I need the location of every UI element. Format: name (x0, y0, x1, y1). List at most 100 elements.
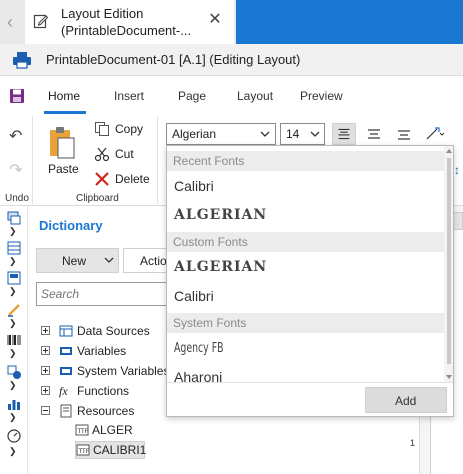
add-button-label: Add (395, 394, 417, 408)
chevron-right-icon[interactable]: ❯ (9, 348, 17, 359)
tree-item-label: Resources (77, 404, 135, 418)
variables-icon (60, 347, 72, 355)
recent-fonts-header: Recent Fonts (167, 151, 444, 171)
gauge-icon[interactable] (6, 428, 22, 444)
tab-preview[interactable]: Preview (300, 89, 343, 103)
cut-label: Cut (115, 147, 134, 161)
add-font-button[interactable]: Add (365, 387, 447, 413)
chevron-right-icon[interactable]: ❯ (9, 286, 17, 297)
font-option-calibri[interactable]: Calibri (167, 283, 444, 309)
chevron-down-icon (104, 257, 114, 263)
tab-insert[interactable]: Insert (114, 89, 144, 103)
left-tool-strip: ❯ ❯ ❯ ❯ ❯ ❯ ❯ ❯ (0, 206, 28, 474)
chevron-right-icon[interactable]: ❯ (9, 380, 17, 391)
shapes-icon[interactable] (6, 364, 22, 380)
align-top-icon[interactable] (332, 123, 356, 145)
font-family-value: Algerian (172, 127, 217, 141)
new-button-label: New (62, 254, 87, 268)
tree-item-label: Data Sources (77, 324, 150, 338)
font-option-label: ALGERIAN (174, 207, 268, 223)
chevron-right-icon[interactable]: ❯ (9, 318, 17, 329)
tab-title: Layout Edition (PrintableDocument-... (61, 6, 192, 38)
edit-document-icon (33, 14, 49, 29)
expand-plus-icon[interactable] (41, 386, 50, 395)
align-middle-icon[interactable] (362, 123, 386, 145)
delete-label: Delete (115, 172, 150, 186)
save-icon[interactable] (9, 88, 25, 104)
font-size-select[interactable]: 14 (280, 123, 325, 145)
font-option-label: Calibri (174, 288, 214, 304)
align-bottom-icon[interactable] (392, 123, 416, 145)
chevron-right-icon[interactable]: ❯ (9, 446, 17, 457)
resource-label: ALGER (92, 423, 133, 437)
document-title: PrintableDocument-01 [A.1] (Editing Layo… (46, 52, 301, 67)
svg-text:TTF: TTF (77, 428, 89, 435)
window-tab-bar: ‹ Layout Edition (PrintableDocument-... … (0, 0, 463, 44)
expand-plus-icon[interactable] (41, 346, 50, 355)
dictionary-title: Dictionary (39, 218, 103, 233)
expand-plus-icon[interactable] (41, 326, 50, 335)
chevron-right-icon[interactable]: ❯ (9, 412, 17, 423)
chevron-right-icon[interactable]: ❯ (9, 226, 17, 237)
copy-label: Copy (115, 122, 144, 136)
chevron-down-icon (260, 131, 270, 137)
copy-icon (95, 122, 109, 136)
font-option-agency-fb[interactable]: Agency FB (167, 336, 444, 362)
tab-page[interactable]: Page (178, 89, 206, 103)
font-option-label: Calibri (174, 178, 214, 194)
pages-icon[interactable] (6, 210, 22, 226)
tab-layout[interactable]: Layout (237, 89, 273, 103)
ribbon-tab-bar: Home Insert Page Layout Preview (0, 76, 463, 116)
text-angle-icon[interactable] (422, 123, 446, 145)
undo-icon[interactable]: ↶ (9, 126, 22, 146)
paste-icon[interactable] (48, 126, 76, 160)
system-fonts-header: System Fonts (167, 313, 444, 333)
scroll-down-arrow-icon[interactable] (445, 373, 453, 381)
font-option-label: Agency FB (174, 341, 224, 356)
search-input[interactable] (41, 284, 161, 304)
scroll-up-arrow-icon[interactable] (445, 147, 453, 155)
resources-icon (60, 404, 72, 418)
actions-button-label: Actio (140, 254, 167, 268)
data-icon[interactable] (6, 240, 22, 256)
font-resource-icon: TTF (76, 444, 90, 456)
font-option-algerian[interactable]: ALGERIAN (167, 254, 444, 280)
chevron-right-icon[interactable]: ❯ (9, 256, 17, 267)
search-field[interactable] (36, 282, 171, 306)
back-chevron-icon[interactable]: ‹ (7, 12, 21, 32)
vertical-resize-icon[interactable]: ↕ (454, 163, 460, 177)
svg-text:TTF: TTF (78, 448, 90, 455)
resource-item-alger[interactable]: TTF ALGER (75, 422, 133, 440)
pencil-icon[interactable] (6, 302, 22, 318)
font-family-select[interactable]: Algerian (166, 123, 276, 145)
font-size-value: 14 (286, 127, 300, 141)
font-option-algerian[interactable]: ALGERIAN (167, 202, 444, 228)
resource-item-calibri1[interactable]: TTF CALIBRI1 (75, 441, 146, 459)
scissors-icon (94, 147, 110, 162)
active-tab-indicator (44, 111, 86, 114)
expand-plus-icon[interactable] (41, 366, 50, 375)
ruler-number: 1 (410, 438, 416, 448)
barcode-icon[interactable] (6, 332, 22, 348)
document-header: PrintableDocument-01 [A.1] (Editing Layo… (0, 44, 463, 76)
close-icon[interactable]: ✕ (206, 11, 224, 29)
collapse-minus-icon[interactable] (41, 406, 50, 415)
chevron-down-icon (310, 131, 320, 137)
tab-home[interactable]: Home (48, 89, 80, 103)
custom-fonts-header: Custom Fonts (167, 232, 444, 252)
tree-item-label: Variables (77, 344, 127, 358)
components-icon[interactable] (6, 270, 22, 286)
font-option-calibri[interactable]: Calibri (167, 173, 444, 199)
document-tab[interactable]: Layout Edition (PrintableDocument-... ✕ (25, 0, 234, 44)
font-family-dropdown: Recent Fonts Calibri ALGERIAN Custom Fon… (166, 145, 454, 417)
bar-chart-icon[interactable] (6, 396, 22, 412)
new-button[interactable]: New (36, 248, 119, 273)
scrollbar-thumb[interactable] (447, 158, 451, 364)
paste-button[interactable]: Paste (48, 162, 79, 176)
recent-fonts-label: Recent Fonts (173, 154, 245, 168)
dropdown-scrollbar[interactable] (444, 146, 453, 382)
tab-bar-accent (236, 0, 463, 44)
system-variables-icon (60, 367, 72, 375)
delete-x-icon (95, 172, 109, 186)
font-option-label: ALGERIAN (174, 259, 268, 275)
